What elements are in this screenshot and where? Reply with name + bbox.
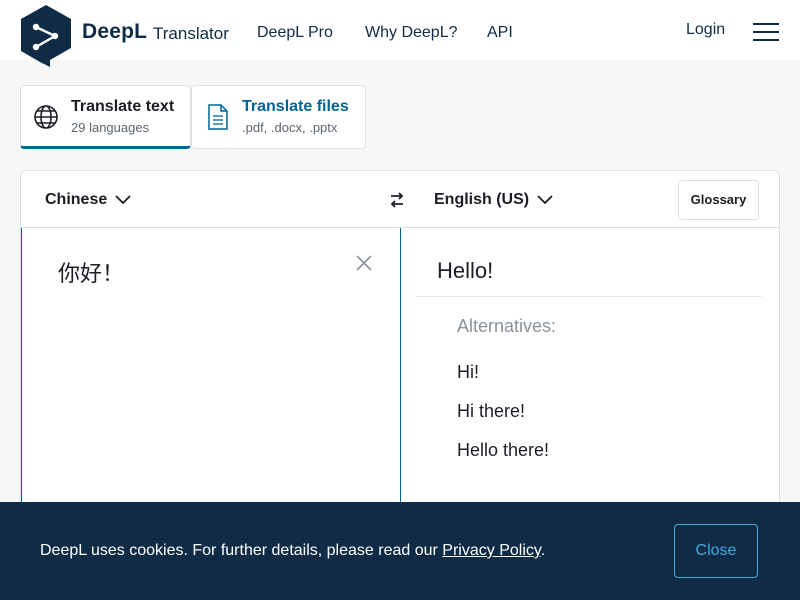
target-language-label: English (US) [434,191,530,208]
brand-subtitle[interactable]: Translator [153,24,229,44]
alternative-item[interactable]: Hello there! [457,440,549,461]
swap-languages-icon[interactable] [389,191,405,209]
tab-title: Translate text [71,98,175,115]
nav-why-deepl[interactable]: Why DeepL? [365,24,458,42]
nav-deepl-pro[interactable]: DeepL Pro [257,24,333,42]
chevron-down-icon [537,195,553,205]
menu-icon[interactable] [753,23,779,41]
tab-title: Translate files [242,98,349,115]
alternative-item[interactable]: Hi there! [457,401,525,422]
source-text[interactable]: 你好！ [58,256,124,288]
alternative-item[interactable]: Hi! [457,362,479,383]
login-link[interactable]: Login [686,21,725,39]
language-bar: Chinese English (US) Glossary [21,171,779,228]
document-icon [208,104,228,130]
source-language-select[interactable]: Chinese [45,191,131,209]
target-text-area: Hello! Alternatives: Hi! Hi there! Hello… [401,228,779,528]
deepl-logo-icon[interactable] [20,4,72,68]
tab-subtitle: 29 languages [71,120,150,135]
cookie-suffix: . [540,542,546,559]
brand-name[interactable]: DeepL [82,20,147,44]
source-language-label: Chinese [45,191,108,208]
glossary-button[interactable]: Glossary [678,180,759,220]
close-cookie-button[interactable]: Close [674,524,758,578]
target-language-select[interactable]: English (US) [434,191,553,209]
translated-text[interactable]: Hello! [437,258,493,284]
nav-api[interactable]: API [487,24,513,42]
cookie-message: DeepL uses cookies. For further details,… [40,542,545,560]
top-header: DeepL Translator DeepL Pro Why DeepL? AP… [0,0,800,67]
tab-translate-files[interactable]: Translate files .pdf, .docx, .pptx [191,85,366,149]
source-text-area[interactable]: 你好！ [21,228,401,528]
divider [417,296,762,297]
cookie-text: DeepL uses cookies. For further details,… [40,542,443,559]
chevron-down-icon [115,195,131,205]
alternatives-label: Alternatives: [457,316,557,336]
globe-icon [34,105,58,129]
close-icon[interactable] [356,255,372,271]
cookie-banner: DeepL uses cookies. For further details,… [0,502,800,600]
tab-subtitle: .pdf, .docx, .pptx [242,120,338,135]
privacy-policy-link[interactable]: Privacy Policy [442,542,540,559]
tab-translate-text[interactable]: Translate text 29 languages [20,85,191,149]
